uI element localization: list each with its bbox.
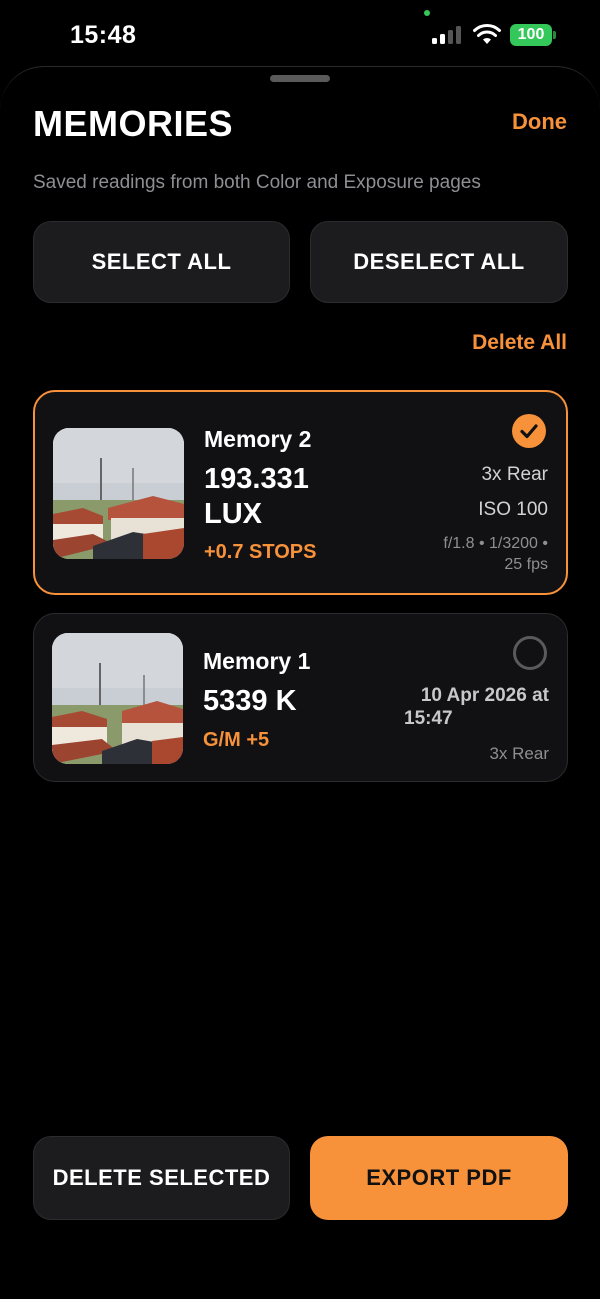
- memory-camera: 3x Rear: [489, 744, 549, 763]
- memory-tint: G/M +5: [203, 729, 270, 751]
- memory-unit: LUX: [204, 498, 262, 530]
- memory-fps: 25 fps: [504, 556, 548, 573]
- deselect-all-button[interactable]: DESELECT ALL: [310, 221, 568, 303]
- signal-icon: [432, 26, 462, 44]
- done-button[interactable]: Done: [512, 109, 567, 135]
- battery-tip: [553, 31, 556, 39]
- status-bar: 15:48 100: [0, 0, 600, 66]
- memory-name: Memory 2: [204, 426, 312, 452]
- sheet-grabber[interactable]: [270, 75, 330, 82]
- memory-stops: +0.7 STOPS: [204, 541, 317, 563]
- memory-value: 5339 K: [203, 685, 297, 717]
- memory-date: 10 Apr 2026 at: [420, 685, 549, 706]
- page-subtitle: Saved readings from both Color and Expos…: [33, 172, 481, 193]
- select-all-button[interactable]: SELECT ALL: [33, 221, 290, 303]
- selected-checkmark-icon[interactable]: [512, 414, 546, 448]
- delete-all-button[interactable]: Delete All: [472, 331, 567, 355]
- memory-iso: ISO 100: [478, 499, 548, 520]
- memory-card[interactable]: Memory 1 5339 K G/M +5 10 Apr 2026 at 15…: [33, 613, 568, 782]
- camera-indicator-dot: [424, 10, 430, 16]
- unselected-circle-icon[interactable]: [513, 636, 547, 670]
- memory-camera: 3x Rear: [481, 464, 548, 485]
- memory-exposure: f/1.8 • 1/3200 •: [443, 535, 548, 552]
- memory-name: Memory 1: [203, 648, 311, 674]
- memory-time: 15:47: [404, 708, 453, 729]
- export-pdf-button[interactable]: EXPORT PDF: [310, 1136, 568, 1220]
- status-time: 15:48: [70, 21, 137, 49]
- memory-thumbnail: [53, 428, 184, 559]
- memory-thumbnail: [52, 633, 183, 764]
- memory-card[interactable]: Memory 2 193.331 LUX +0.7 STOPS 3x Rear …: [33, 390, 568, 595]
- wifi-icon: [473, 23, 501, 44]
- page-title: MEMORIES: [33, 103, 234, 144]
- battery-icon: 100: [510, 24, 552, 46]
- delete-selected-button[interactable]: DELETE SELECTED: [33, 1136, 290, 1220]
- memory-value: 193.331: [204, 463, 309, 495]
